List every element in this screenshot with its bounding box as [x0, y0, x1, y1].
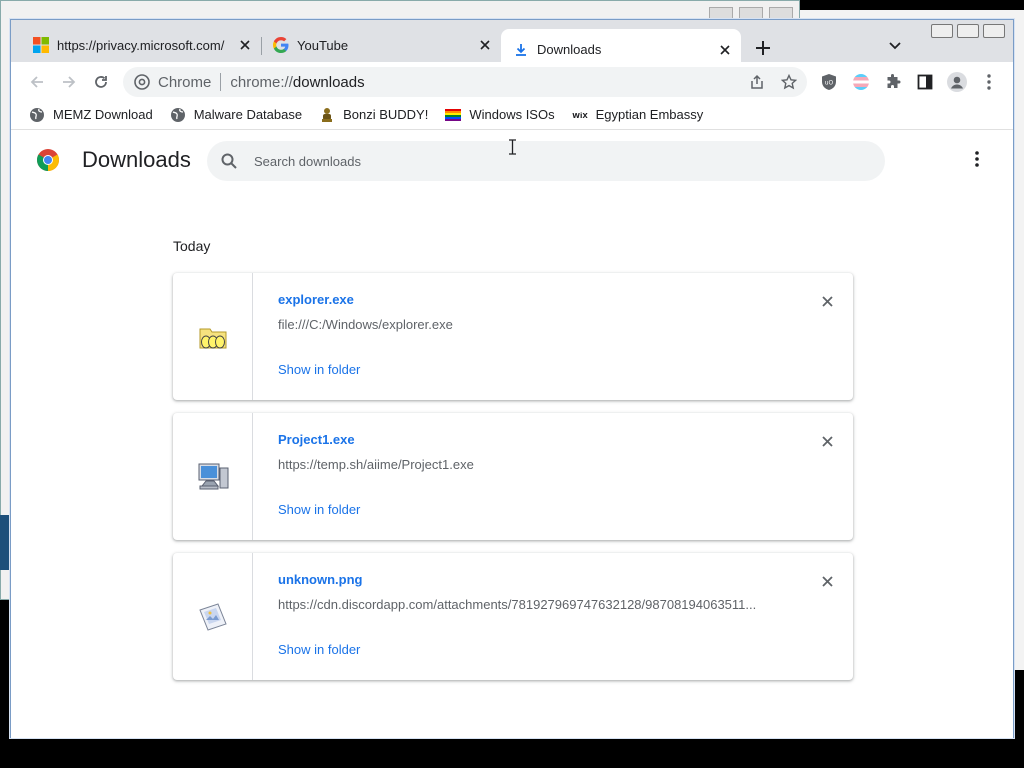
profile-avatar-icon[interactable]: [946, 71, 968, 93]
bookmarks-bar: MEMZ Download Malware Database Bonzi BUD…: [11, 100, 1013, 130]
globe-icon: [170, 107, 185, 122]
reload-icon: [95, 76, 107, 88]
explorer-folder-icon: [199, 328, 226, 348]
arrow-right-icon: [63, 76, 76, 88]
download-icon-column: [173, 553, 253, 680]
remove-download-button[interactable]: [817, 571, 837, 591]
bookmark-label: Bonzi BUDDY!: [343, 107, 429, 122]
file-name-link[interactable]: explorer.exe: [278, 292, 354, 307]
url-scheme: chrome://: [230, 73, 293, 91]
rainbow-flag-icon: [445, 108, 462, 121]
close-window-button[interactable]: [983, 24, 1005, 38]
globe-icon: [30, 107, 44, 122]
file-url: https://cdn.discordapp.com/attachments/7…: [278, 597, 757, 612]
download-icon-column: [173, 273, 253, 400]
omnibox-divider: [220, 73, 222, 91]
tab-close-icon[interactable]: [717, 42, 733, 58]
url-host: downloads: [292, 73, 365, 91]
bookmark-egyptian-embassy[interactable]: WiX Egyptian Embassy: [572, 107, 704, 123]
tab-youtube[interactable]: YouTube: [251, 29, 501, 61]
trans-flag-extension-icon[interactable]: [850, 71, 872, 93]
more-vert-icon: [975, 151, 979, 167]
window-controls: [931, 24, 1005, 38]
download-item: Project1.exe https://temp.sh/aiime/Proje…: [173, 413, 853, 540]
reload-button[interactable]: [89, 70, 113, 94]
page-title: Downloads: [82, 147, 191, 172]
omnibox-chip: Chrome: [158, 73, 212, 91]
background-window-edge: [0, 515, 9, 570]
new-tab-button[interactable]: [751, 36, 775, 60]
downloads-page: Downloads Today explorer.exe file://: [11, 131, 1013, 738]
download-icon: [516, 43, 526, 56]
share-icon[interactable]: [749, 74, 765, 90]
remove-download-button[interactable]: [817, 431, 837, 451]
bookmark-malware-database[interactable]: Malware Database: [170, 107, 302, 123]
omnibox-actions: [749, 74, 797, 90]
chrome-logo-icon: [37, 149, 59, 171]
search-box[interactable]: [207, 141, 885, 181]
svg-text:WiX: WiX: [572, 112, 588, 120]
show-in-folder-link[interactable]: Show in folder: [278, 642, 360, 657]
tab-close-icon[interactable]: [477, 37, 493, 53]
side-panel-icon[interactable]: [914, 71, 936, 93]
tab-title: Downloads: [537, 42, 602, 57]
tab-search-button[interactable]: [885, 36, 905, 56]
file-name-link[interactable]: Project1.exe: [278, 432, 355, 447]
search-icon: [221, 153, 237, 169]
chrome-window: https://privacy.microsoft.com/ YouTube D…: [10, 19, 1014, 738]
download-item: explorer.exe file:///C:/Windows/explorer…: [173, 273, 853, 400]
wix-icon: WiX: [572, 112, 588, 120]
toolbar: Chrome chrome://downloads uO: [11, 62, 1013, 100]
bookmark-label: Windows ISOs: [469, 107, 555, 122]
close-icon: [821, 435, 833, 447]
tab-privacy-microsoft[interactable]: https://privacy.microsoft.com/: [11, 29, 261, 61]
arrow-left-icon: [30, 76, 43, 88]
chrome-menu-icon[interactable]: [978, 71, 1000, 93]
downloads-menu-button[interactable]: [967, 149, 987, 169]
file-name-link[interactable]: unknown.png: [278, 572, 362, 587]
tab-title: https://privacy.microsoft.com/: [57, 37, 225, 53]
date-heading: Today: [173, 238, 211, 254]
plus-icon: [756, 41, 770, 55]
tab-title: YouTube: [297, 37, 349, 53]
bonzi-icon: [322, 107, 333, 122]
close-icon: [821, 295, 833, 307]
file-url: file:///C:/Windows/explorer.exe: [278, 317, 453, 332]
bookmark-label: MEMZ Download: [53, 107, 153, 122]
star-icon[interactable]: [781, 74, 797, 90]
bookmark-windows-isos[interactable]: Windows ISOs: [445, 107, 555, 123]
minimize-button[interactable]: [931, 24, 953, 38]
address-bar[interactable]: Chrome chrome://downloads: [123, 67, 807, 97]
show-in-folder-link[interactable]: Show in folder: [278, 362, 360, 377]
search-input[interactable]: [254, 153, 754, 169]
microsoft-icon: [33, 37, 49, 53]
back-button[interactable]: [25, 70, 49, 94]
forward-button[interactable]: [57, 70, 81, 94]
ublock-extension-icon[interactable]: uO: [818, 71, 840, 93]
show-in-folder-link[interactable]: Show in folder: [278, 502, 360, 517]
chrome-icon: [134, 74, 150, 90]
download-item: unknown.png https://cdn.discordapp.com/a…: [173, 553, 853, 680]
text-cursor-icon: [509, 139, 516, 155]
chevron-down-icon: [889, 42, 901, 50]
image-file-icon: [198, 602, 227, 631]
remove-download-button[interactable]: [817, 291, 837, 311]
bookmark-label: Malware Database: [193, 107, 303, 122]
computer-icon: [198, 463, 228, 489]
bookmark-memz-download[interactable]: MEMZ Download: [29, 107, 153, 123]
puzzle-extensions-icon[interactable]: [882, 71, 904, 93]
file-url: https://temp.sh/aiime/Project1.exe: [278, 457, 474, 472]
bookmark-label: Egyptian Embassy: [595, 107, 704, 122]
download-icon-column: [173, 413, 253, 540]
bookmark-bonzi-buddy[interactable]: Bonzi BUDDY!: [319, 107, 428, 123]
maximize-button[interactable]: [957, 24, 979, 38]
close-icon: [821, 575, 833, 587]
google-icon: [273, 37, 289, 53]
svg-text:uO: uO: [825, 80, 834, 87]
